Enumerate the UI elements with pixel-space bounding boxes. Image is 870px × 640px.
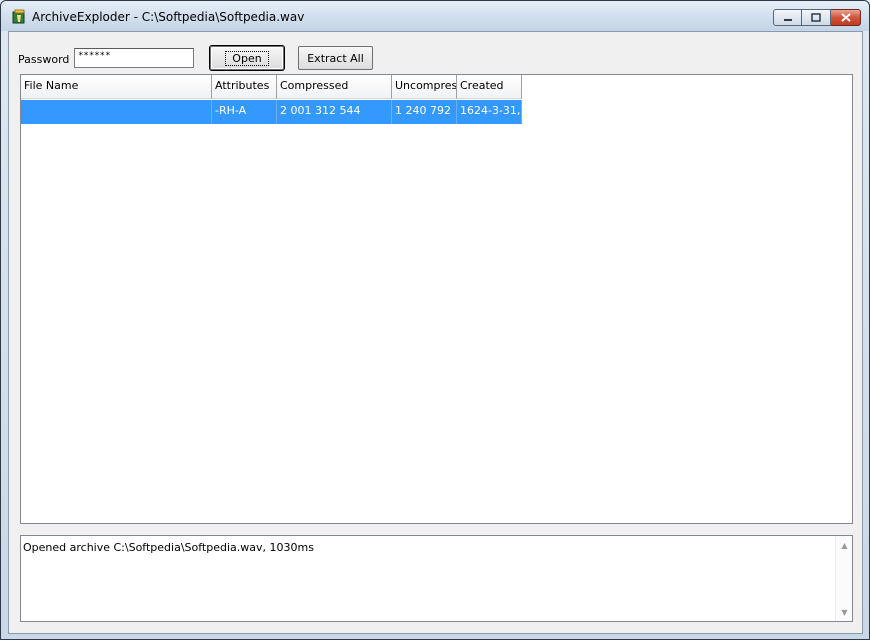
window-controls [773, 9, 861, 27]
scroll-up-icon[interactable]: ▲ [836, 538, 853, 552]
window-title: ArchiveExploder - C:\Softpedia\Softpedia… [32, 10, 305, 24]
open-button[interactable]: Open [210, 46, 284, 70]
cell-uncompressed: 1 240 792 [392, 100, 457, 124]
maximize-button[interactable] [802, 9, 831, 26]
title-bar[interactable]: ArchiveExploder - C:\Softpedia\Softpedia… [1, 1, 869, 31]
cell-attributes: -RH-A [212, 100, 277, 124]
client-area: Password ****** Open Extract All File Na… [8, 31, 863, 634]
column-header-compressed[interactable]: Compressed [277, 75, 392, 99]
open-button-label: Open [225, 50, 269, 66]
log-scrollbar[interactable]: ▲ ▼ [835, 536, 852, 621]
list-header: File Name Attributes Compressed Uncompre… [21, 75, 522, 99]
column-header-uncompressed[interactable]: Uncompressed [392, 75, 457, 99]
column-header-created[interactable]: Created [457, 75, 522, 99]
archive-app-icon [12, 9, 25, 24]
minimize-icon [783, 18, 792, 21]
log-text: Opened archive C:\Softpedia\Softpedia.wa… [23, 541, 314, 554]
minimize-button[interactable] [773, 9, 802, 26]
password-label: Password [18, 53, 70, 66]
close-icon [840, 13, 851, 22]
close-button[interactable] [831, 9, 861, 26]
cell-created: 1624-3-31, 11 [457, 100, 522, 124]
cell-compressed: 2 001 312 544 [277, 100, 392, 124]
cell-file-name [21, 100, 212, 124]
maximize-icon [811, 13, 821, 22]
archive-file-list[interactable]: File Name Attributes Compressed Uncompre… [20, 74, 853, 524]
application-window: ArchiveExploder - C:\Softpedia\Softpedia… [0, 0, 870, 640]
column-header-file-name[interactable]: File Name [21, 75, 212, 99]
column-header-attributes[interactable]: Attributes [212, 75, 277, 99]
scroll-down-icon[interactable]: ▼ [836, 605, 853, 619]
password-input[interactable]: ****** [74, 48, 194, 68]
log-output[interactable]: Opened archive C:\Softpedia\Softpedia.wa… [20, 535, 853, 622]
table-row[interactable]: -RH-A 2 001 312 544 1 240 792 1624-3-31,… [21, 100, 522, 124]
extract-all-button[interactable]: Extract All [298, 46, 373, 70]
